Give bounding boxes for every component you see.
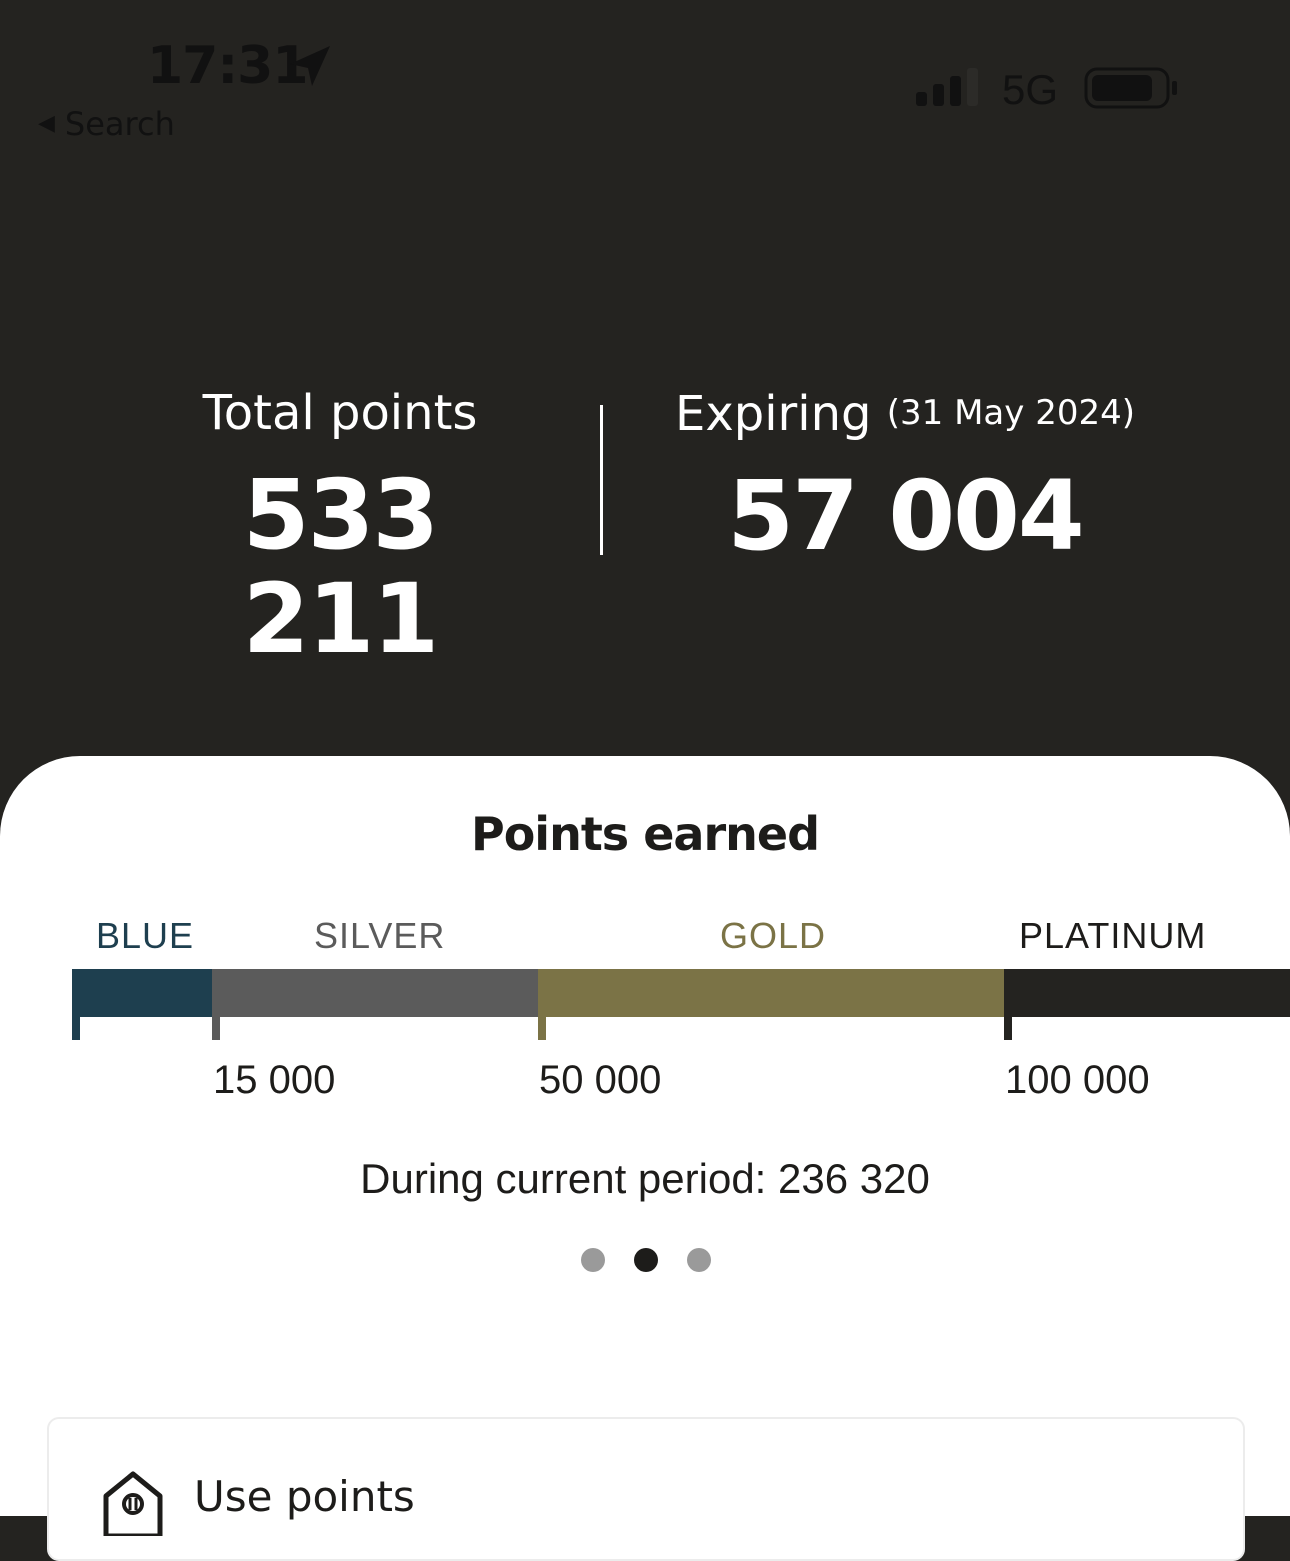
location-arrow-icon [290,46,330,86]
battery-icon [1084,67,1177,109]
expiring-points-value: 57 004 [727,460,1084,572]
tier-label-blue: BLUE [96,915,195,956]
points-earned-title: Points earned [470,807,820,861]
tier-segment-blue [72,969,212,1017]
tier-segment-silver [212,969,538,1017]
threshold-platinum: 100 000 [1005,1058,1150,1102]
total-points-block: Total points 533 211 [130,385,550,671]
expiring-label-row: Expiring (31 May 2024) [640,385,1170,442]
expiring-date: (31 May 2024) [886,393,1135,433]
expiring-label: Expiring [675,386,872,442]
threshold-silver: 15 000 [213,1058,336,1102]
tier-segment-platinum [1004,969,1290,1017]
signal-bars-icon [916,68,978,106]
tier-tick-platinum [1004,1017,1012,1040]
tier-label-silver: SILVER [314,915,446,956]
back-triangle-icon: ◀ [38,111,55,136]
back-to-search-button[interactable]: ◀ Search [38,104,175,144]
tag-points-icon [103,1471,163,1536]
status-time: 17:31 [147,36,309,96]
tier-segment-gold [538,969,1004,1017]
current-period-points: During current period: 236 320 [360,1155,930,1202]
back-label: Search [64,105,175,143]
page-indicator[interactable] [581,1248,711,1272]
use-points-label: Use points [194,1472,415,1521]
network-type: 5G [1002,66,1059,113]
page-dot-1[interactable] [581,1248,605,1272]
page-dot-2[interactable] [634,1248,658,1272]
tier-tick-gold [538,1017,546,1040]
total-points-value: 533 211 [242,459,439,675]
summary-divider [600,405,603,555]
page-dot-3[interactable] [687,1248,711,1272]
total-points-label: Total points [202,385,478,441]
tier-tick-blue [72,1017,80,1040]
points-earned-card[interactable] [0,756,1290,1516]
expiring-points-block: Expiring (31 May 2024) 57 004 [640,385,1170,568]
tier-label-gold: GOLD [720,915,827,956]
tier-tick-silver [212,1017,220,1040]
threshold-gold: 50 000 [539,1058,662,1102]
tier-label-platinum: PLATINUM [1019,915,1207,956]
